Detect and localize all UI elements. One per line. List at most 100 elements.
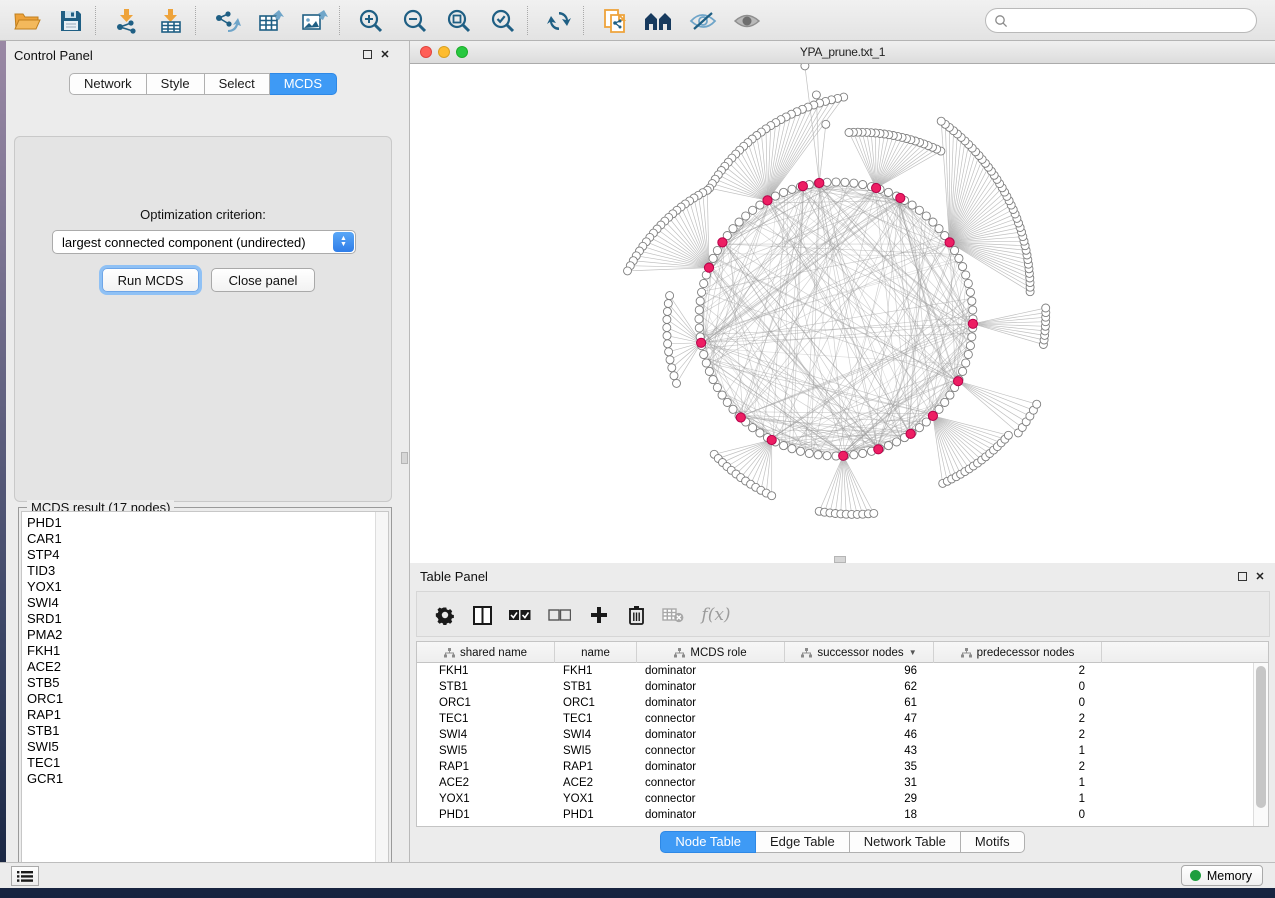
cell-successor_nodes: 96 (785, 663, 934, 679)
table-row[interactable]: SWI4SWI4dominator462 (417, 727, 1253, 743)
close-panel-button[interactable]: Close panel (211, 268, 315, 292)
gear-icon[interactable] (431, 601, 459, 629)
tab-network[interactable]: Network (69, 73, 147, 95)
column-header-predecessor-nodes[interactable]: predecessor nodes (934, 642, 1102, 663)
table-row[interactable]: ACE2ACE2connector311 (417, 775, 1253, 791)
result-node[interactable]: ACE2 (22, 659, 388, 675)
column-header-shared-name[interactable]: shared name (417, 642, 555, 663)
cell-predecessor_nodes: 2 (934, 727, 1102, 743)
vertical-splitter[interactable] (400, 41, 409, 862)
network-graph-canvas[interactable] (410, 64, 1275, 563)
column-header-successor-nodes[interactable]: successor nodes▼ (785, 642, 934, 663)
column-header-MCDS-role[interactable]: MCDS role (637, 642, 785, 663)
memory-status-icon (1190, 870, 1201, 881)
splitter-grip[interactable] (401, 452, 408, 464)
dropdown-stepper-icon: ▲▼ (333, 232, 354, 252)
horizontal-splitter-grip[interactable] (834, 556, 846, 563)
tab-mcds[interactable]: MCDS (270, 73, 337, 95)
table-row[interactable]: SWI5SWI5connector431 (417, 743, 1253, 759)
open-file-icon[interactable] (12, 7, 42, 35)
zoom-in-icon[interactable] (356, 7, 386, 35)
import-network-icon[interactable] (112, 7, 142, 35)
tab-edge-table[interactable]: Edge Table (756, 831, 850, 853)
result-node[interactable]: STB1 (22, 723, 388, 739)
cell-name: SWI5 (555, 743, 637, 759)
select-all-icon[interactable] (505, 601, 533, 629)
result-node[interactable]: TID3 (22, 563, 388, 579)
criterion-dropdown[interactable]: largest connected component (undirected)… (52, 230, 356, 254)
tab-node-table[interactable]: Node Table (660, 831, 756, 853)
table-row[interactable]: YOX1YOX1connector291 (417, 791, 1253, 807)
zoom-out-icon[interactable] (400, 7, 430, 35)
export-table-icon[interactable] (256, 7, 286, 35)
clear-table-icon[interactable] (659, 601, 687, 629)
result-node[interactable]: GCR1 (22, 771, 388, 787)
cell-predecessor_nodes: 2 (934, 759, 1102, 775)
columns-icon[interactable] (468, 601, 496, 629)
memory-button[interactable]: Memory (1181, 865, 1263, 886)
result-list-scrollbar[interactable] (375, 512, 388, 875)
cell-successor_nodes: 29 (785, 791, 934, 807)
export-image-icon[interactable] (300, 7, 330, 35)
search-input[interactable] (1008, 11, 1256, 31)
save-session-icon[interactable] (56, 7, 86, 35)
result-node[interactable]: YOX1 (22, 579, 388, 595)
result-node[interactable]: PHD1 (22, 515, 388, 531)
network-window-titlebar[interactable]: YPA_prune.txt_1 (410, 41, 1275, 64)
table-row[interactable]: RAP1RAP1dominator352 (417, 759, 1253, 775)
result-node[interactable]: CAR1 (22, 531, 388, 547)
graph-fan-nodes[interactable] (624, 64, 1050, 518)
search-box[interactable] (985, 8, 1257, 33)
column-namespace-icon (961, 648, 972, 658)
delete-icon[interactable] (622, 601, 650, 629)
table-header-row: shared namenameMCDS rolesuccessor nodes▼… (417, 642, 1268, 663)
run-mcds-button[interactable]: Run MCDS (102, 268, 199, 292)
result-node[interactable]: SRD1 (22, 611, 388, 627)
function-builder-icon[interactable]: f(x) (696, 601, 736, 629)
table-row[interactable]: ORC1ORC1dominator610 (417, 695, 1253, 711)
deselect-all-icon[interactable] (545, 601, 573, 629)
first-neighbors-icon[interactable] (644, 7, 674, 35)
cell-name: ORC1 (555, 695, 637, 711)
clone-network-icon[interactable] (600, 7, 630, 35)
table-scrollbar-thumb[interactable] (1256, 666, 1266, 808)
refresh-icon[interactable] (544, 7, 574, 35)
close-panel-icon[interactable]: ✕ (378, 47, 392, 61)
table-row[interactable]: TEC1TEC1connector472 (417, 711, 1253, 727)
zoom-selected-icon[interactable] (488, 7, 518, 35)
table-row[interactable]: FKH1FKH1dominator962 (417, 663, 1253, 679)
show-all-icon[interactable] (732, 7, 762, 35)
close-table-panel-icon[interactable]: ✕ (1253, 569, 1267, 583)
node-table: shared namenameMCDS rolesuccessor nodes▼… (416, 641, 1269, 827)
add-icon[interactable] (585, 601, 613, 629)
result-node[interactable]: SWI5 (22, 739, 388, 755)
result-node[interactable]: STP4 (22, 547, 388, 563)
result-node[interactable]: PMA2 (22, 627, 388, 643)
table-scrollbar-track[interactable] (1253, 663, 1268, 826)
zoom-fit-icon[interactable] (444, 7, 474, 35)
tab-motifs[interactable]: Motifs (961, 831, 1025, 853)
control-panel-tabs: NetworkStyleSelectMCDS (6, 73, 400, 95)
table-panel: Table Panel ✕ f(x) shared namenameMCDS r… (409, 563, 1275, 862)
result-node[interactable]: TEC1 (22, 755, 388, 771)
column-header-name[interactable]: name (555, 642, 637, 663)
table-row[interactable]: STB1STB1dominator620 (417, 679, 1253, 695)
hide-selected-icon[interactable] (688, 7, 718, 35)
float-panel-icon[interactable] (360, 47, 374, 61)
float-table-panel-icon[interactable] (1235, 569, 1249, 583)
result-node[interactable]: STB5 (22, 675, 388, 691)
main-toolbar (0, 0, 1275, 41)
result-node[interactable]: SWI4 (22, 595, 388, 611)
result-node[interactable]: FKH1 (22, 643, 388, 659)
export-network-icon[interactable] (212, 7, 242, 35)
task-history-button[interactable] (11, 866, 39, 886)
result-node[interactable]: ORC1 (22, 691, 388, 707)
result-node[interactable]: RAP1 (22, 707, 388, 723)
import-table-icon[interactable] (156, 7, 186, 35)
table-row[interactable]: PHD1PHD1dominator180 (417, 807, 1253, 823)
mcds-result-list[interactable]: PHD1CAR1STP4TID3YOX1SWI4SRD1PMA2FKH1ACE2… (21, 511, 389, 876)
tab-style[interactable]: Style (147, 73, 205, 95)
tab-network-table[interactable]: Network Table (850, 831, 961, 853)
sort-chevron-icon[interactable]: ▼ (909, 648, 917, 657)
tab-select[interactable]: Select (205, 73, 270, 95)
